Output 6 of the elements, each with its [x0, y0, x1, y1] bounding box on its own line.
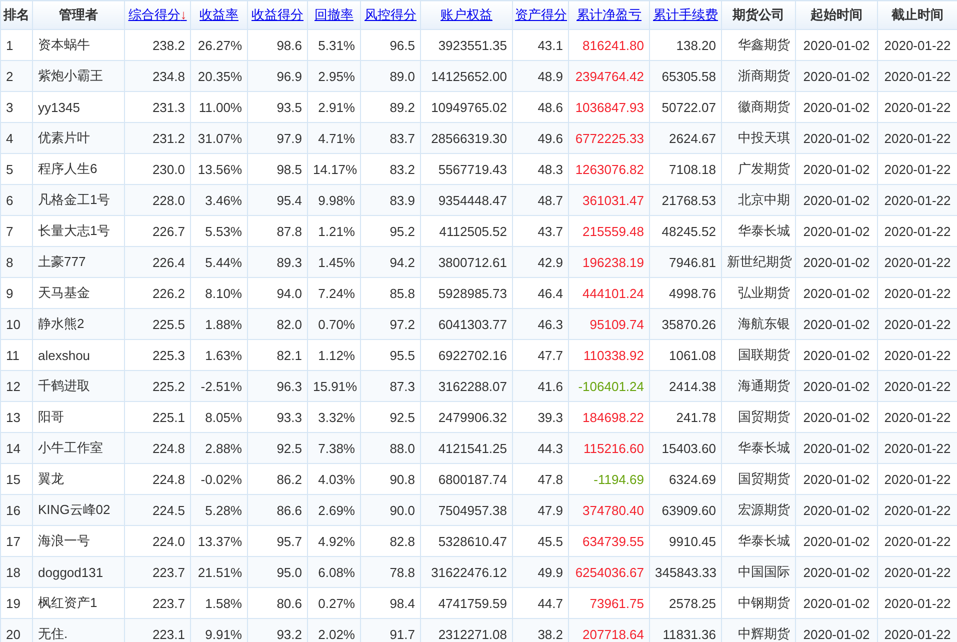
- rank-cell: 20: [0, 618, 32, 642]
- column-header: 截止时间: [892, 7, 944, 22]
- column-header: 起始时间: [810, 7, 862, 22]
- column-header: 期货公司: [732, 7, 784, 22]
- column-header: 排名: [4, 7, 30, 22]
- column-header: 管理者: [59, 7, 98, 22]
